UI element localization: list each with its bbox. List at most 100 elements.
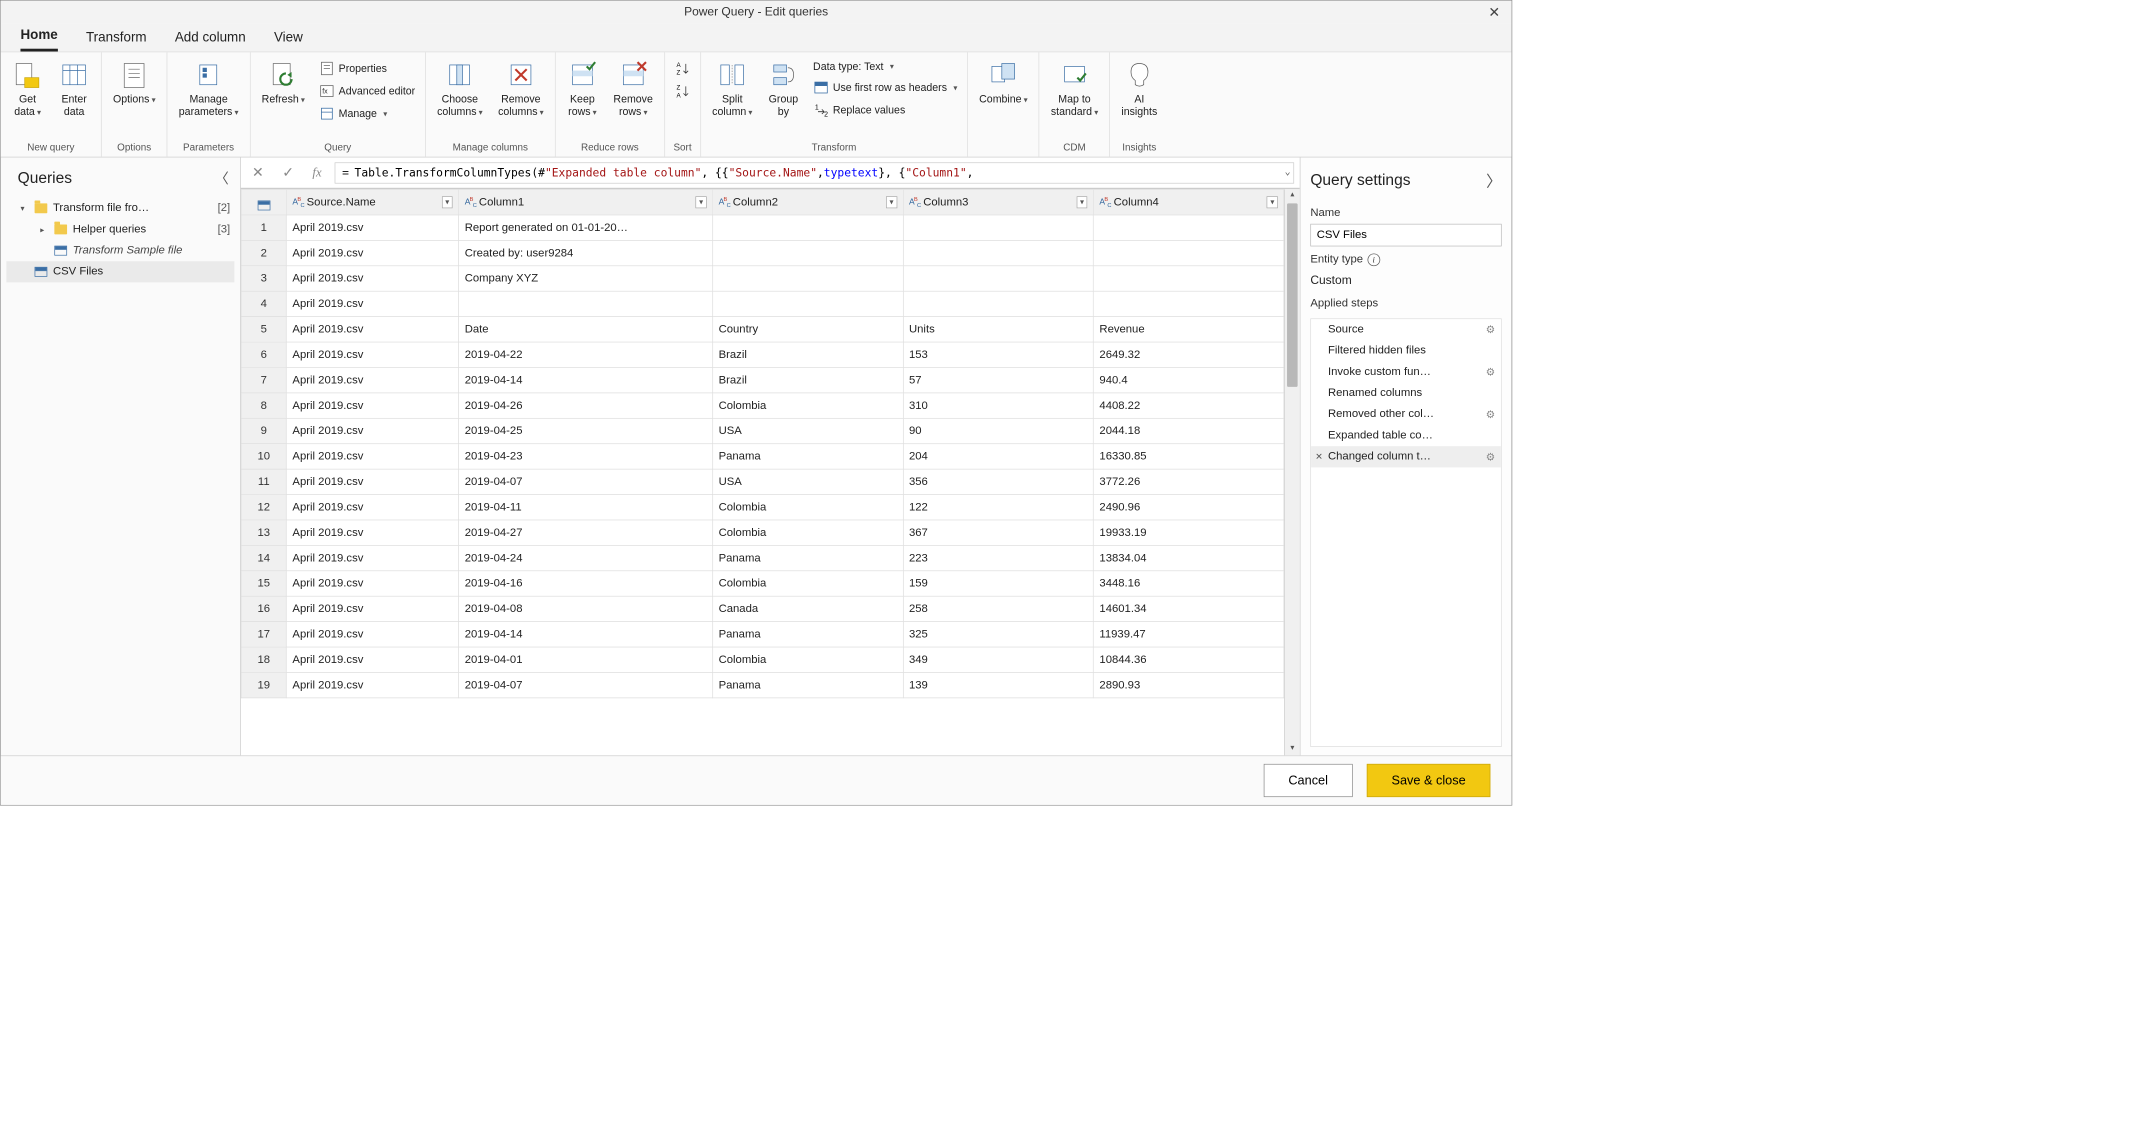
remove-rows-button[interactable]: Remove rows	[609, 56, 657, 121]
table-cell[interactable]	[903, 266, 1093, 291]
table-cell[interactable]	[903, 240, 1093, 265]
table-row[interactable]: 5April 2019.csvDateCountryUnitsRevenue	[241, 317, 1284, 342]
table-cell[interactable]: Date	[459, 317, 713, 342]
options-button[interactable]: Options	[109, 56, 160, 108]
fx-icon[interactable]: fx	[307, 164, 327, 182]
collapse-queries-icon[interactable]: 〈	[215, 167, 229, 187]
table-cell[interactable]: 13834.04	[1093, 545, 1283, 570]
table-cell[interactable]: 356	[903, 469, 1093, 494]
choose-columns-button[interactable]: Choose columns	[433, 56, 487, 121]
table-row[interactable]: 19April 2019.csv2019-04-07Panama1392890.…	[241, 672, 1284, 697]
gear-icon[interactable]: ⚙	[1486, 323, 1495, 336]
table-cell[interactable]: April 2019.csv	[286, 520, 458, 545]
table-cell[interactable]: 349	[903, 647, 1093, 672]
table-cell[interactable]: Canada	[713, 596, 903, 621]
table-cell[interactable]: 2490.96	[1093, 495, 1283, 520]
gear-icon[interactable]: ⚙	[1486, 408, 1495, 421]
applied-step[interactable]: Filtered hidden files	[1311, 340, 1501, 361]
applied-step[interactable]: Renamed columns	[1311, 383, 1501, 404]
table-cell[interactable]: Panama	[713, 545, 903, 570]
table-cell[interactable]: 2890.93	[1093, 672, 1283, 697]
manage-parameters-button[interactable]: Manage parameters	[175, 56, 243, 121]
table-row[interactable]: 7April 2019.csv2019-04-14Brazil57940.4	[241, 367, 1284, 392]
expand-icon[interactable]: ▸	[40, 225, 48, 234]
ai-insights-button[interactable]: AI insights	[1117, 56, 1161, 121]
table-cell[interactable]: April 2019.csv	[286, 393, 458, 418]
table-cell[interactable]: 4408.22	[1093, 393, 1283, 418]
table-cell[interactable]: April 2019.csv	[286, 495, 458, 520]
formula-input[interactable]: = Table.TransformColumnTypes(#"Expanded …	[334, 162, 1294, 183]
table-cell[interactable]: 2019-04-23	[459, 444, 713, 469]
table-cell[interactable]: April 2019.csv	[286, 240, 458, 265]
table-cell[interactable]: 2019-04-26	[459, 393, 713, 418]
table-cell[interactable]	[1093, 291, 1283, 316]
table-cell[interactable]: 2019-04-24	[459, 545, 713, 570]
table-cell[interactable]: 19933.19	[1093, 520, 1283, 545]
table-cell[interactable]: 2019-04-14	[459, 622, 713, 647]
table-cell[interactable]: Panama	[713, 622, 903, 647]
table-cell[interactable]: 2649.32	[1093, 342, 1283, 367]
column-filter-icon[interactable]: ▾	[696, 196, 707, 208]
table-row[interactable]: 17April 2019.csv2019-04-14Panama32511939…	[241, 622, 1284, 647]
table-cell[interactable]: Colombia	[713, 495, 903, 520]
table-cell[interactable]: Company XYZ	[459, 266, 713, 291]
table-cell[interactable]: Brazil	[713, 342, 903, 367]
table-row[interactable]: 12April 2019.csv2019-04-11Colombia122249…	[241, 495, 1284, 520]
column-filter-icon[interactable]: ▾	[1267, 196, 1278, 208]
close-icon[interactable]: ✕	[1483, 4, 1506, 22]
table-cell[interactable]: April 2019.csv	[286, 672, 458, 697]
menu-tab-view[interactable]: View	[274, 28, 303, 52]
column-header[interactable]: ABCColumn3▾	[903, 190, 1093, 215]
column-filter-icon[interactable]: ▾	[886, 196, 897, 208]
menu-tab-add-column[interactable]: Add column	[175, 28, 246, 52]
table-row[interactable]: 4April 2019.csv	[241, 291, 1284, 316]
table-cell[interactable]: Colombia	[713, 571, 903, 596]
table-cell[interactable]: 139	[903, 672, 1093, 697]
table-cell[interactable]: USA	[713, 469, 903, 494]
table-cell[interactable]: April 2019.csv	[286, 444, 458, 469]
table-cell[interactable]: USA	[713, 418, 903, 443]
table-row[interactable]: 9April 2019.csv2019-04-25USA902044.18	[241, 418, 1284, 443]
table-cell[interactable]	[1093, 240, 1283, 265]
formula-expand-icon[interactable]: ⌄	[1285, 166, 1291, 177]
info-icon[interactable]: i	[1367, 253, 1380, 266]
table-cell[interactable]: Colombia	[713, 647, 903, 672]
vertical-scrollbar[interactable]: ▴ ▾	[1284, 189, 1300, 755]
table-cell[interactable]: 2019-04-14	[459, 367, 713, 392]
properties-button[interactable]: Properties	[316, 59, 418, 77]
table-row[interactable]: 3April 2019.csvCompany XYZ	[241, 266, 1284, 291]
first-row-headers-button[interactable]: Use first row as headers	[810, 78, 960, 96]
table-cell[interactable]	[1093, 215, 1283, 240]
table-cell[interactable]: Colombia	[713, 520, 903, 545]
table-cell[interactable]: 2019-04-01	[459, 647, 713, 672]
table-cell[interactable]: Colombia	[713, 393, 903, 418]
table-row[interactable]: 16April 2019.csv2019-04-08Canada25814601…	[241, 596, 1284, 621]
table-row[interactable]: 6April 2019.csv2019-04-22Brazil1532649.3…	[241, 342, 1284, 367]
sort-asc-button[interactable]: AZ	[672, 59, 693, 77]
table-cell[interactable]: April 2019.csv	[286, 215, 458, 240]
expand-icon[interactable]: ▾	[20, 204, 28, 213]
table-cell[interactable]: 325	[903, 622, 1093, 647]
table-row[interactable]: 18April 2019.csv2019-04-01Colombia349108…	[241, 647, 1284, 672]
table-cell[interactable]: 14601.34	[1093, 596, 1283, 621]
sort-desc-button[interactable]: ZA	[672, 82, 693, 100]
table-cell[interactable]: April 2019.csv	[286, 367, 458, 392]
table-cell[interactable]: Created by: user9284	[459, 240, 713, 265]
table-cell[interactable]: April 2019.csv	[286, 418, 458, 443]
table-cell[interactable]: 159	[903, 571, 1093, 596]
formula-cancel-icon[interactable]: ✕	[246, 162, 269, 182]
table-row[interactable]: 15April 2019.csv2019-04-16Colombia159344…	[241, 571, 1284, 596]
table-cell[interactable]: April 2019.csv	[286, 469, 458, 494]
get-data-button[interactable]: Get data	[8, 56, 48, 121]
table-cell[interactable]	[713, 266, 903, 291]
table-cell[interactable]: 122	[903, 495, 1093, 520]
query-name-input[interactable]	[1310, 224, 1501, 247]
applied-step[interactable]: Expanded table co…	[1311, 425, 1501, 446]
split-column-button[interactable]: Split column	[708, 56, 757, 121]
table-cell[interactable]: 2019-04-08	[459, 596, 713, 621]
table-cell[interactable]: 3448.16	[1093, 571, 1283, 596]
table-cell[interactable]: 2019-04-22	[459, 342, 713, 367]
table-cell[interactable]: 16330.85	[1093, 444, 1283, 469]
table-cell[interactable]: April 2019.csv	[286, 571, 458, 596]
scroll-up-icon[interactable]: ▴	[1285, 189, 1300, 202]
